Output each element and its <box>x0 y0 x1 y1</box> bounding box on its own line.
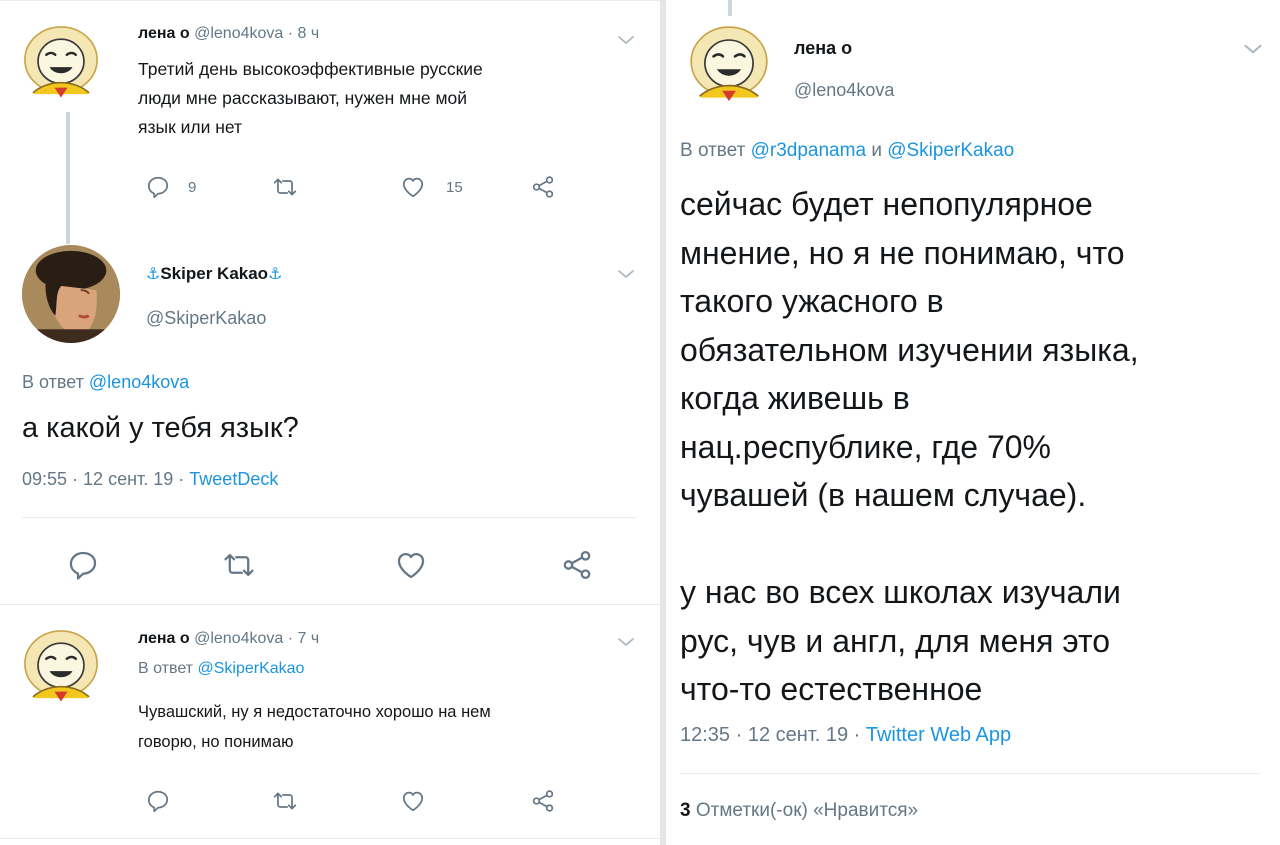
tweet-text-line: рус, чув и англ, для меня это <box>680 622 1111 659</box>
avatar[interactable] <box>686 22 772 108</box>
separator: · <box>287 630 294 647</box>
tweet-source[interactable]: TweetDeck <box>189 469 278 489</box>
avatar[interactable] <box>20 626 102 708</box>
avatar[interactable] <box>20 22 102 104</box>
tweet-text-line: такого ужасного в <box>680 283 944 319</box>
display-name[interactable]: Skiper Kakao <box>160 264 268 283</box>
reply-icon[interactable] <box>145 174 171 200</box>
handle[interactable]: @leno4kova <box>194 630 283 647</box>
handle[interactable]: @leno4kova <box>794 80 894 101</box>
tweet-text-line: у нас во всех школах изучали <box>680 574 1121 610</box>
share-icon[interactable] <box>530 174 556 200</box>
tweet-text-line: чувашей (в нашем случае). <box>680 477 1087 513</box>
chevron-down-icon[interactable] <box>614 630 638 654</box>
retweet-icon[interactable] <box>272 788 298 814</box>
likes-count: 3 <box>680 800 691 821</box>
share-icon[interactable] <box>560 548 594 582</box>
tweet3-text: Чувашский, ну я недостаточно хорошо на н… <box>138 697 491 757</box>
reply-context: В ответ @leno4kova <box>22 372 189 393</box>
tweet-meta: 12:35 · 12 сент. 19 · Twitter Web App <box>680 724 1011 747</box>
timestamp[interactable]: 8 ч <box>298 25 320 42</box>
divider <box>22 517 637 518</box>
divider <box>0 838 660 839</box>
tweet-text-line: что-то естественное <box>680 671 983 707</box>
reply-to-link[interactable]: @r3dpanama <box>751 140 866 161</box>
tweet-text-line: язык или нет <box>138 117 243 137</box>
like-icon[interactable] <box>400 788 426 814</box>
reply-icon[interactable] <box>145 788 171 814</box>
retweet-icon[interactable] <box>222 548 256 582</box>
tweet2-name-row: ⚓Skiper Kakao⚓ <box>146 264 282 284</box>
tweet-text-line: обязательном изучении языка, <box>680 331 1139 368</box>
right-screenshot: лена о @leno4kova В ответ @r3dpanama и @… <box>660 0 1280 845</box>
tweet-text-line: люди мне рассказывают, нужен мне мой <box>138 88 468 108</box>
likes-summary[interactable]: 3 Отметки(-ок) «Нравится» <box>680 800 918 822</box>
anchor-icon: ⚓ <box>268 266 283 283</box>
reply-prefix: В ответ <box>138 660 194 677</box>
tweet1-text: Третий день высокоэффективные русские лю… <box>138 55 483 142</box>
display-name[interactable]: лена о <box>794 38 852 59</box>
reply-to-link[interactable]: @SkiperKakao <box>887 140 1014 161</box>
like-icon[interactable] <box>394 548 428 582</box>
tweet-text-line: когда живешь в <box>680 380 910 416</box>
tweet-text-line: говорю, но понимаю <box>138 733 294 751</box>
tweet3-header: лена о @leno4kova · 7 ч <box>138 630 319 648</box>
retweet-icon[interactable] <box>272 174 298 200</box>
like-icon[interactable] <box>400 174 426 200</box>
reply-to-link[interactable]: @leno4kova <box>89 372 189 392</box>
tweet-timestamp[interactable]: 12:35 · 12 сент. 19 · <box>680 724 860 746</box>
top-divider <box>0 0 660 1</box>
skiper-avatar-icon <box>22 245 120 343</box>
avatar[interactable] <box>22 245 120 343</box>
tweet-text-line: мнение, но я не понимаю, что <box>680 234 1125 271</box>
chevron-down-icon[interactable] <box>614 28 638 52</box>
reply-to-link[interactable]: @SkiperKakao <box>197 660 304 677</box>
reply-context: В ответ @r3dpanama и @SkiperKakao <box>680 140 1014 162</box>
tweet-source[interactable]: Twitter Web App <box>866 724 1011 746</box>
reply-icon[interactable] <box>66 548 100 582</box>
divider <box>0 604 660 605</box>
reply-and: и <box>871 140 882 161</box>
like-count: 15 <box>446 179 463 196</box>
tweet-text: сейчас будет непопулярное мнение, но я н… <box>680 180 1139 714</box>
tweet-text-line: нац.республике, где 70% <box>680 428 1051 465</box>
reply-context: В ответ @SkiperKakao <box>138 660 304 678</box>
reply-prefix: В ответ <box>22 372 84 392</box>
tweet-text-line: Третий день высокоэффективные русские <box>138 59 483 79</box>
thread-line <box>66 112 70 244</box>
display-name[interactable]: лена о <box>138 25 190 42</box>
reply-count: 9 <box>188 179 197 196</box>
chevron-down-icon[interactable] <box>614 262 638 286</box>
handle[interactable]: @leno4kova <box>194 25 283 42</box>
tweet-text-line: сейчас будет непопулярное <box>680 186 1093 222</box>
lena-avatar-icon <box>686 22 772 108</box>
display-name[interactable]: лена о <box>138 630 190 647</box>
left-screenshot: лена о @leno4kova · 8 ч Третий день высо… <box>0 0 660 845</box>
tweet-meta: 09:55 · 12 сент. 19 · TweetDeck <box>22 469 278 490</box>
tweet-text-line: Чувашский, ну я недостаточно хорошо на н… <box>138 703 491 721</box>
lena-avatar-icon <box>20 626 102 708</box>
handle[interactable]: @SkiperKakao <box>146 308 266 329</box>
chevron-down-icon[interactable] <box>1240 36 1266 62</box>
share-icon[interactable] <box>530 788 556 814</box>
timestamp[interactable]: 7 ч <box>298 630 320 647</box>
lena-avatar-icon <box>20 22 102 104</box>
thread-line <box>728 0 732 16</box>
divider <box>680 773 1260 774</box>
likes-label: Отметки(-ок) «Нравится» <box>695 800 919 821</box>
anchor-icon: ⚓ <box>146 266 161 283</box>
tweet-timestamp[interactable]: 09:55 · 12 сент. 19 · <box>22 469 184 489</box>
reply-prefix: В ответ <box>680 140 746 161</box>
tweet-text: а какой у тебя язык? <box>22 412 299 444</box>
tweet1-header: лена о @leno4kova · 8 ч <box>138 25 319 43</box>
separator: · <box>287 25 294 42</box>
